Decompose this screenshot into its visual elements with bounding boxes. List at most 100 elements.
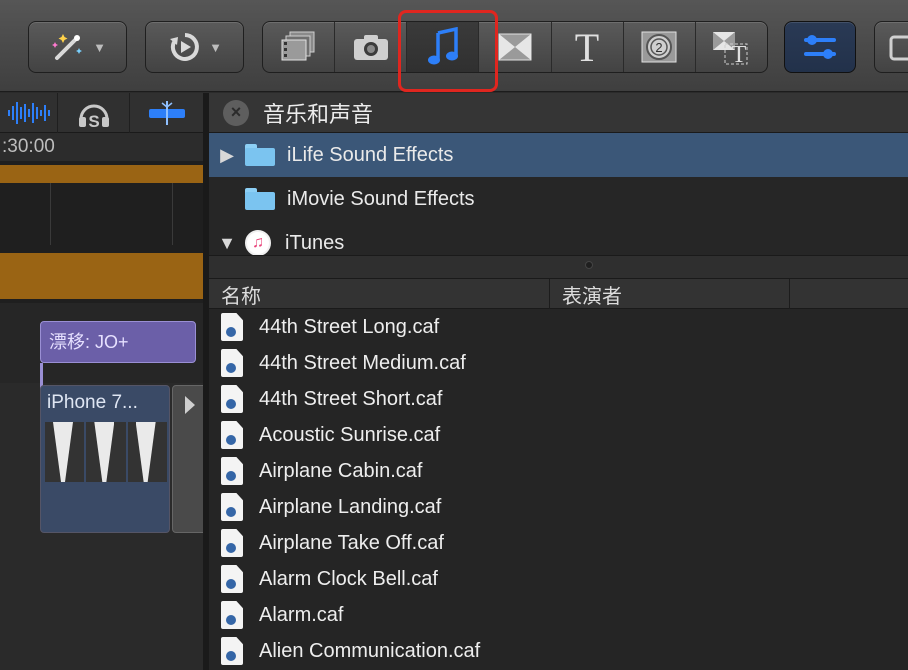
svg-text:T: T (575, 28, 599, 66)
file-name: Alien Communication.caf (259, 639, 481, 662)
audio-file-icon (221, 493, 243, 521)
titles-icon: T (575, 28, 599, 66)
timeline-toolbar: S (0, 93, 203, 133)
column-name[interactable]: 名称 (209, 279, 550, 309)
svg-text:S: S (88, 112, 99, 129)
audio-file-icon (221, 565, 243, 593)
list-item[interactable]: Airplane Cabin.caf (209, 453, 908, 489)
inspector-icon (804, 35, 836, 59)
browser-tabs: T 2 T (262, 21, 768, 73)
audio-file-icon (221, 529, 243, 557)
file-name: Acoustic Sunrise.caf (259, 423, 441, 446)
list-item[interactable]: Alarm.caf (209, 597, 908, 633)
file-name: Airplane Cabin.caf (259, 459, 423, 482)
audio-file-icon (221, 313, 243, 341)
chevron-down-icon: ▼ (93, 39, 106, 55)
video-clip-label: iPhone 7... (47, 392, 138, 413)
audio-waveform-button[interactable] (0, 93, 58, 133)
source-item-label: iTunes (285, 231, 345, 254)
list-item[interactable]: Airplane Take Off.caf (209, 525, 908, 561)
source-item-ilife-sound-effects[interactable]: ▶ iLife Sound Effects (209, 133, 908, 177)
solo-button[interactable]: S (58, 93, 130, 133)
browser-title: 音乐和声音 (263, 101, 374, 127)
thumbnail (127, 422, 167, 482)
svg-text:T: T (732, 42, 747, 66)
frame-divider (50, 183, 51, 245)
list-item[interactable]: 44th Street Medium.caf (209, 345, 908, 381)
tab-titles[interactable]: T (552, 22, 624, 72)
tab-music-and-sound[interactable] (407, 22, 480, 72)
themes-icon: T (713, 32, 748, 66)
play-marker-icon (185, 396, 195, 414)
frame-divider (172, 183, 173, 245)
audio-file-icon (221, 421, 243, 449)
split-view-handle[interactable] (209, 255, 908, 279)
list-item[interactable]: Alien Communication.caf (209, 633, 908, 669)
svg-text:2: 2 (656, 40, 663, 55)
audio-file-icon (221, 457, 243, 485)
column-header: 名称 表演者 (209, 279, 908, 309)
enhance-button[interactable]: ▼ (28, 21, 127, 73)
list-item[interactable]: Airplane Landing.caf (209, 489, 908, 525)
toolbar: ▼ ▼ T 2 T (0, 0, 908, 92)
clip-audio-band (0, 253, 203, 299)
sound-file-list: 44th Street Long.caf 44th Street Medium.… (209, 309, 908, 670)
list-item[interactable]: Acoustic Sunrise.caf (209, 417, 908, 453)
browser-header: × 音乐和声音 (209, 93, 908, 133)
timecode-ruler: :30:00 (0, 133, 203, 161)
source-item-label: iLife Sound Effects (287, 143, 454, 166)
source-list: ▶ iLife Sound Effects iMovie Sound Effec… (209, 133, 908, 255)
file-name: Airplane Landing.caf (259, 495, 442, 518)
tab-clips[interactable] (263, 22, 336, 72)
thumbnail (45, 422, 85, 482)
clip-thumbnails (45, 422, 167, 482)
generators-icon: 2 (641, 31, 677, 63)
video-clip-next[interactable] (172, 385, 203, 533)
column-artist[interactable]: 表演者 (550, 279, 790, 309)
transitions-icon (498, 33, 532, 61)
file-name: 44th Street Medium.caf (259, 351, 466, 374)
folder-icon (245, 144, 275, 166)
snapping-icon (148, 100, 185, 125)
waveform-icon (7, 101, 50, 124)
tab-generators[interactable]: 2 (624, 22, 696, 72)
file-name: 44th Street Long.caf (259, 315, 440, 338)
music-and-sound-browser: × 音乐和声音 ▶ iLife Sound Effects iMovie Sou… (209, 93, 908, 670)
clips-icon (281, 31, 315, 61)
solo-headphones-icon: S (78, 104, 109, 129)
video-clip[interactable]: iPhone 7... (40, 385, 170, 533)
retime-icon (170, 33, 199, 61)
close-browser-button[interactable]: × (223, 99, 249, 126)
retime-button[interactable]: ▼ (145, 21, 244, 73)
photos-icon (353, 35, 388, 60)
share-button[interactable] (874, 21, 908, 73)
tab-photos[interactable] (335, 22, 408, 72)
clip-top-band (0, 165, 203, 183)
file-name: Alarm.caf (259, 603, 344, 626)
source-item-label: iMovie Sound Effects (287, 187, 475, 210)
share-icon (889, 35, 908, 61)
audio-file-icon (221, 637, 243, 665)
source-item-itunes[interactable]: ▼ ♫ iTunes (209, 221, 908, 255)
audio-file-icon (221, 601, 243, 629)
tab-themes[interactable]: T (696, 22, 767, 72)
list-item[interactable]: 44th Street Long.caf (209, 309, 908, 345)
list-item[interactable]: Alarm Clock Bell.caf (209, 561, 908, 597)
snapping-button[interactable] (130, 93, 203, 133)
source-item-imovie-sound-effects[interactable]: iMovie Sound Effects (209, 177, 908, 221)
file-name: 44th Street Short.caf (259, 387, 443, 410)
tab-transitions[interactable] (479, 22, 552, 72)
list-item[interactable]: 44th Street Short.caf (209, 381, 908, 417)
inspector-button[interactable] (784, 21, 856, 73)
disclosure-triangle-icon[interactable]: ▶ (209, 145, 245, 166)
timeline-panel: S :30:00 漂移: JO+ iPhone 7... (0, 93, 203, 670)
close-icon: × (230, 102, 242, 122)
folder-icon (245, 188, 275, 210)
audio-file-icon (221, 349, 243, 377)
file-name: Alarm Clock Bell.caf (259, 567, 438, 590)
title-clip[interactable]: 漂移: JO+ (40, 321, 196, 363)
primary-storyline-clip[interactable] (0, 161, 203, 303)
disclosure-triangle-expanded-icon[interactable]: ▼ (209, 233, 245, 254)
audio-file-icon (221, 385, 243, 413)
music-note-icon (427, 27, 458, 65)
